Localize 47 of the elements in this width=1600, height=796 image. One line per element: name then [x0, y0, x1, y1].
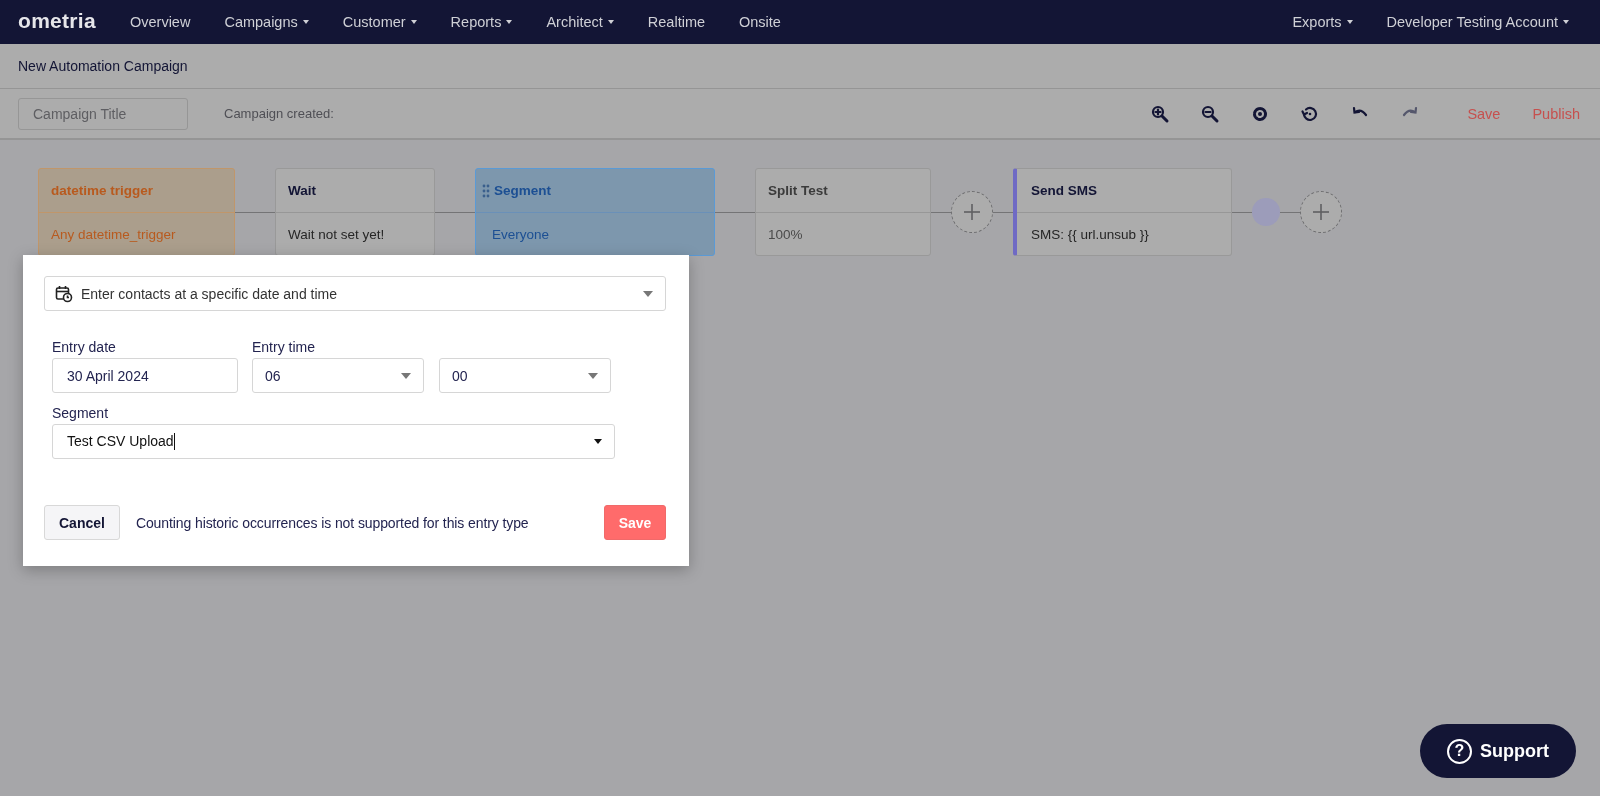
caret-icon	[401, 372, 411, 379]
caret-icon	[594, 439, 602, 444]
flow-node-card[interactable]: Split Test 100%	[755, 168, 931, 256]
campaign-created-label: Campaign created:	[224, 106, 334, 121]
calendar-clock-icon	[55, 284, 73, 303]
flow-node-card[interactable]: Send SMS SMS: {{ url.unsub }}	[1013, 168, 1232, 256]
entry-date-label: Entry date	[52, 339, 117, 355]
end-node-dot	[1252, 198, 1280, 226]
node-title: datetime trigger	[51, 183, 154, 198]
node-title: Send SMS	[1031, 183, 1097, 198]
entry-type-dropdown[interactable]: Enter contacts at a specific date and time	[44, 276, 666, 311]
nav-menu-item[interactable]: Developer Testing Account	[1386, 14, 1558, 30]
support-button[interactable]: ? Support	[1420, 724, 1576, 778]
segment-dropdown[interactable]: Test CSV Upload	[52, 424, 615, 459]
flow-node-card[interactable]: Wait Wait not set yet!	[275, 168, 435, 256]
page-title: New Automation Campaign	[18, 58, 188, 74]
nav-menu-item[interactable]: Reports	[450, 14, 502, 30]
plus-icon	[1312, 203, 1330, 221]
node-title: Segment	[494, 183, 551, 198]
nav-menu-item[interactable]: Campaigns	[224, 14, 298, 30]
drag-handle-icon[interactable]	[482, 183, 490, 198]
node-description: 100%	[768, 226, 803, 242]
caret-icon	[588, 372, 598, 379]
nav-menu-item[interactable]: Customer	[342, 14, 406, 30]
logo[interactable]: ometria	[18, 9, 96, 35]
nav-menu-item[interactable]: Realtime	[647, 14, 706, 30]
minute-dropdown[interactable]: 00	[439, 358, 611, 393]
historic-count-note: Counting historic occurrences is not supported for this entry type	[135, 514, 529, 531]
hour-dropdown[interactable]: 06	[252, 358, 424, 393]
node-description: Any datetime_trigger	[51, 226, 176, 242]
node-description: Everyone	[492, 226, 550, 242]
node-title: Wait	[288, 183, 316, 198]
node-title: Split Test	[768, 183, 828, 198]
nav-menu-item[interactable]: Architect	[546, 14, 603, 30]
node-description: Wait not set yet!	[288, 226, 385, 242]
node-description: SMS: {{ url.unsub }}	[1031, 226, 1149, 242]
plus-icon	[963, 203, 981, 221]
entry-time-label: Entry time	[252, 339, 316, 355]
nav-menu-item[interactable]: Onsite	[739, 14, 781, 30]
nav-menu-item[interactable]: Overview	[129, 14, 191, 30]
campaign-title-field[interactable]: Campaign Title	[18, 97, 188, 130]
segment-label: Segment	[52, 405, 110, 421]
entry-date-field[interactable]: 30 April 2024	[52, 358, 238, 393]
caret-icon	[643, 290, 653, 297]
nav-menu-item[interactable]: Exports	[1292, 14, 1342, 30]
help-icon: ?	[1447, 738, 1472, 764]
cancel-button[interactable]: Cancel	[44, 505, 120, 540]
